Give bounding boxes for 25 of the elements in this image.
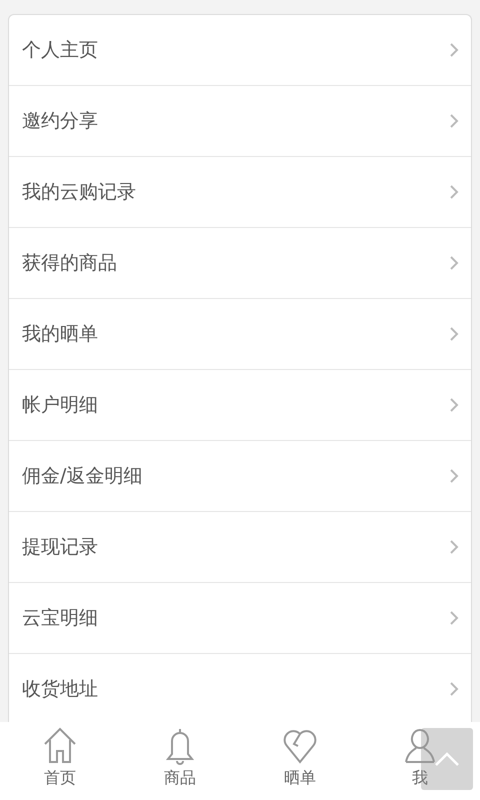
chevron-right-icon <box>449 184 459 200</box>
menu-item[interactable]: 佣金/返金明细 <box>9 441 471 512</box>
tab-item[interactable]: 首页 <box>0 722 120 800</box>
chevron-right-icon <box>449 113 459 129</box>
menu-item[interactable]: 提现记录 <box>9 512 471 583</box>
menu-item[interactable]: 云宝明细 <box>9 583 471 654</box>
menu-item[interactable]: 个人主页 <box>9 15 471 86</box>
chevron-right-icon <box>449 326 459 342</box>
chevron-right-icon <box>449 255 459 271</box>
chevron-right-icon <box>449 42 459 58</box>
person-icon <box>402 726 438 766</box>
menu-item[interactable]: 帐户明细 <box>9 370 471 441</box>
chevron-right-icon <box>449 539 459 555</box>
chevron-right-icon <box>449 610 459 626</box>
chevron-right-icon <box>449 681 459 697</box>
menu-item[interactable]: 我的云购记录 <box>9 157 471 228</box>
tab-item[interactable]: 商品 <box>120 722 240 800</box>
chevron-up-icon <box>434 751 460 767</box>
menu-item[interactable]: 邀约分享 <box>9 86 471 157</box>
chevron-right-icon <box>449 468 459 484</box>
menu-item[interactable]: 获得的商品 <box>9 228 471 299</box>
home-icon <box>42 726 78 766</box>
tab-item[interactable]: 晒单 <box>240 722 360 800</box>
chevron-right-icon <box>449 397 459 413</box>
menu-item[interactable]: 我的晒单 <box>9 299 471 370</box>
